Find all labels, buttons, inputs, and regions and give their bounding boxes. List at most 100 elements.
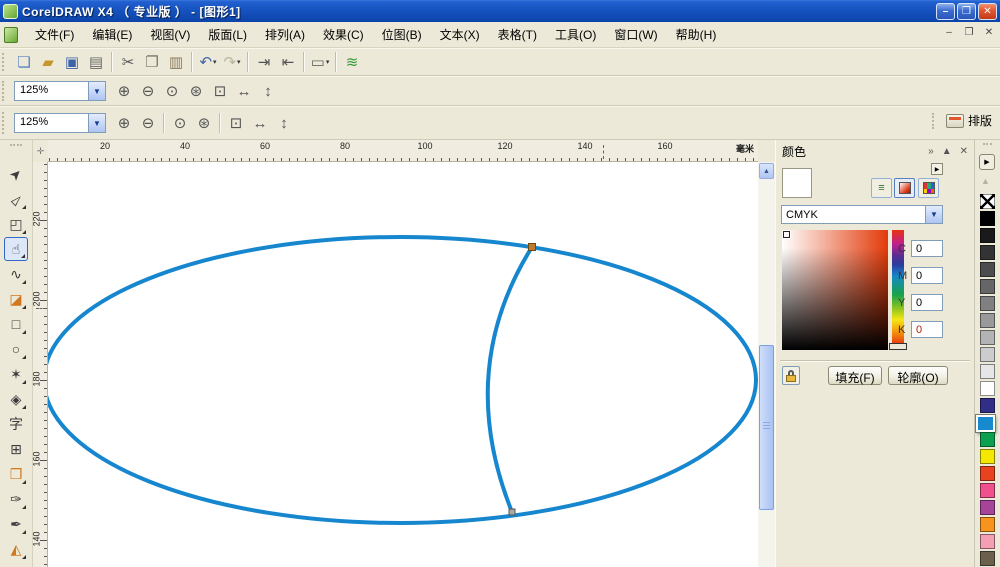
zoom-page-width-icon[interactable]: ↔: [248, 112, 272, 134]
palette-swatch[interactable]: [980, 517, 995, 532]
toolbar-grip[interactable]: [2, 52, 9, 72]
title-bar[interactable]: CorelDRAW X4 （ 专业版 ） - [图形1] – ❐ ✕: [0, 0, 1000, 22]
child-minimize-button[interactable]: –: [942, 27, 956, 38]
palette-swatch[interactable]: [980, 534, 995, 549]
palette-swatch[interactable]: [980, 483, 995, 498]
menu-tools[interactable]: 工具(O): [546, 22, 605, 47]
palette-scroll-up-icon[interactable]: ▲: [981, 176, 990, 186]
zoom-level-combo-2[interactable]: 125% ▼: [14, 113, 106, 133]
zoom-selected-icon[interactable]: ⊙: [168, 112, 192, 134]
drawing-canvas[interactable]: [48, 162, 758, 567]
zoom-page-width-icon[interactable]: ↔: [232, 80, 256, 102]
menu-text[interactable]: 文本(X): [431, 22, 489, 47]
palette-swatch[interactable]: [980, 449, 995, 464]
fill-button[interactable]: 填充(F): [828, 366, 882, 385]
pick-tool[interactable]: ➤: [4, 162, 28, 186]
import-icon[interactable]: ⇥: [252, 51, 276, 73]
print-icon[interactable]: ▤: [84, 51, 108, 73]
open-icon[interactable]: ▰: [36, 51, 60, 73]
undo-icon[interactable]: ↶ ▾: [196, 51, 220, 73]
outline-pen-tool[interactable]: ✒: [4, 512, 28, 536]
chevron-down-icon[interactable]: ▼: [88, 114, 105, 132]
child-restore-button[interactable]: ❐: [962, 27, 976, 38]
smart-fill-tool[interactable]: ◪: [4, 287, 28, 311]
channel-input-c[interactable]: 0: [911, 240, 943, 257]
menu-bitmaps[interactable]: 位图(B): [373, 22, 431, 47]
minimize-button[interactable]: –: [936, 3, 955, 20]
chevron-down-icon[interactable]: ▼: [925, 206, 942, 223]
no-color-swatch[interactable]: [980, 194, 995, 209]
color-model-select[interactable]: CMYK ▼: [781, 205, 943, 224]
zoom-to-page-icon[interactable]: ⊡: [208, 80, 232, 102]
toolbar-grip[interactable]: [2, 111, 9, 135]
zoom-out-icon[interactable]: ⊖: [136, 112, 160, 134]
paste-icon[interactable]: ▥: [164, 51, 188, 73]
docker-close-icon[interactable]: ✕: [960, 146, 968, 157]
palette-swatch[interactable]: [980, 364, 995, 379]
interactive-blend-tool[interactable]: ❒: [4, 462, 28, 486]
blue-curve-shape[interactable]: [485, 245, 534, 513]
zoom-to-page-icon[interactable]: ⊡: [224, 112, 248, 134]
palette-swatch[interactable]: [976, 415, 995, 432]
palette-swatch[interactable]: [980, 228, 995, 243]
menu-effects[interactable]: 效果(C): [314, 22, 373, 47]
menu-help[interactable]: 帮助(H): [667, 22, 726, 47]
hand-tool[interactable]: ☝: [4, 237, 28, 261]
color-viewers-button[interactable]: [894, 178, 915, 198]
blue-ellipse-shape[interactable]: [48, 235, 758, 525]
chevron-down-icon[interactable]: ▼: [88, 82, 105, 100]
curve-node[interactable]: [508, 508, 516, 516]
palette-flyout-icon[interactable]: ▶: [979, 154, 995, 170]
fill-tool[interactable]: ◭: [4, 537, 28, 561]
color-field-marker[interactable]: [783, 231, 790, 238]
toolbar-grip[interactable]: [931, 112, 939, 129]
scrollbar-thumb[interactable]: [759, 345, 774, 510]
palette-swatch[interactable]: [980, 500, 995, 515]
color-field[interactable]: [782, 230, 888, 350]
palette-swatch[interactable]: [980, 262, 995, 277]
child-close-button[interactable]: ✕: [982, 27, 996, 38]
vertical-scrollbar[interactable]: ▲: [758, 162, 775, 567]
channel-input-m[interactable]: 0: [911, 267, 943, 284]
app-launcher-icon[interactable]: ▭ ▾: [308, 51, 332, 73]
zoom-selected-icon[interactable]: ⊙: [160, 80, 184, 102]
toolbox-grip[interactable]: [10, 144, 22, 154]
ruler-origin[interactable]: ✛: [33, 140, 48, 162]
docker-collapse-icon[interactable]: ▲: [942, 146, 952, 157]
freehand-tool[interactable]: ∿: [4, 262, 28, 286]
restore-button[interactable]: ❐: [957, 3, 976, 20]
table-tool[interactable]: ⊞: [4, 437, 28, 461]
zoom-out-icon[interactable]: ⊖: [136, 80, 160, 102]
color-palettes-button[interactable]: [918, 178, 939, 198]
palette-swatch[interactable]: [980, 296, 995, 311]
close-button[interactable]: ✕: [978, 3, 997, 20]
color-sliders-button[interactable]: ≡: [871, 178, 892, 198]
copy-icon[interactable]: ❐: [140, 51, 164, 73]
channel-input-y[interactable]: 0: [911, 294, 943, 311]
layout-docker-button[interactable]: 排版: [930, 112, 992, 129]
cut-icon[interactable]: ✂: [116, 51, 140, 73]
docker-expand-icon[interactable]: »: [928, 146, 934, 157]
zoom-all-objects-icon[interactable]: ⊛: [184, 80, 208, 102]
zoom-level-combo[interactable]: 125% ▼: [14, 81, 106, 101]
docker-flyout-icon[interactable]: ▶: [931, 163, 943, 175]
zoom-page-height-icon[interactable]: ↕: [272, 112, 296, 134]
ellipse-tool[interactable]: ○: [4, 337, 28, 361]
palette-swatch[interactable]: [980, 466, 995, 481]
zoom-in-icon[interactable]: ⊕: [112, 112, 136, 134]
menu-window[interactable]: 窗口(W): [605, 22, 666, 47]
curve-node[interactable]: [528, 243, 536, 251]
polygon-tool[interactable]: ✶: [4, 362, 28, 386]
shape-tool[interactable]: ▻: [4, 187, 28, 211]
text-tool[interactable]: 字: [4, 412, 28, 436]
channel-input-k[interactable]: 0: [911, 321, 943, 338]
palette-swatch[interactable]: [980, 347, 995, 362]
graph-paper-icon[interactable]: ≋: [340, 51, 364, 73]
lock-button[interactable]: [782, 366, 800, 385]
menu-table[interactable]: 表格(T): [489, 22, 546, 47]
hue-slider-handle[interactable]: [889, 343, 907, 350]
redo-icon[interactable]: ↷ ▾: [220, 51, 244, 73]
eyedropper-tool[interactable]: ✑: [4, 487, 28, 511]
export-icon[interactable]: ⇤: [276, 51, 300, 73]
zoom-page-height-icon[interactable]: ↕: [256, 80, 280, 102]
